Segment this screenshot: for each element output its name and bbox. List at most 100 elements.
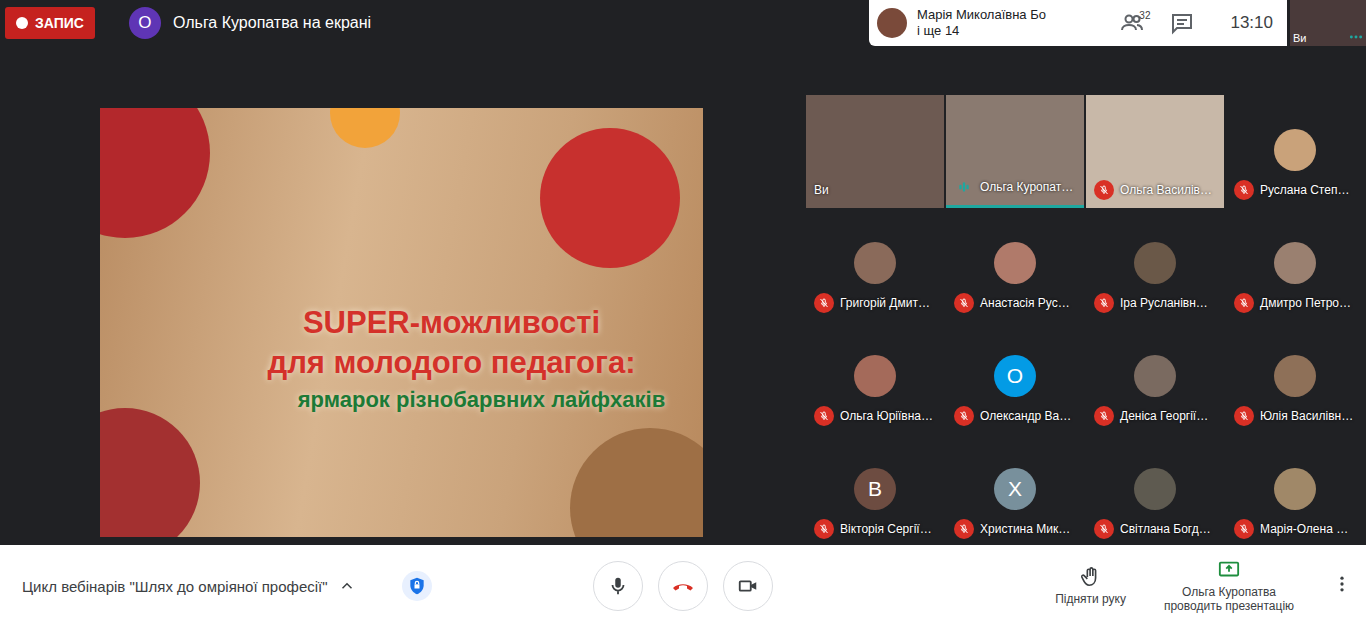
photo-avatar-icon	[1274, 129, 1316, 171]
participant-tile[interactable]: Анастасія Рус…	[946, 208, 1084, 321]
participant-tile[interactable]: Ольга Василів…	[1086, 95, 1224, 208]
photo-avatar-icon	[1274, 242, 1316, 284]
participant-tile[interactable]: Світлана Богд…	[1086, 434, 1224, 547]
mic-off-icon	[1234, 406, 1254, 426]
shield-lock-icon	[407, 576, 427, 596]
participant-name: Дмитро Петро…	[1260, 296, 1351, 310]
chevron-up-icon	[338, 577, 356, 595]
photo-avatar-icon	[1134, 468, 1176, 510]
raise-hand-button[interactable]: Підняти руку	[1055, 566, 1126, 606]
initial-avatar: В	[854, 468, 896, 510]
security-button[interactable]	[402, 571, 432, 601]
participant-tile[interactable]: Юлія Василівн…	[1226, 321, 1364, 434]
slide-title-line: ярмарок різнобарвних лайфхаків	[298, 383, 665, 417]
name-row: Юлія Василівн…	[1226, 406, 1364, 426]
recording-label: ЗАПИС	[35, 15, 84, 31]
mic-off-icon	[814, 293, 834, 313]
main-area: SUPER-можливостідля молодого педагога:яр…	[0, 46, 1366, 545]
photo-avatar-icon	[1134, 355, 1176, 397]
more-vert-icon	[1332, 574, 1352, 594]
participant-tile[interactable]: Ви	[806, 95, 944, 208]
photo-avatar-icon	[1274, 355, 1316, 397]
camera-button[interactable]	[723, 561, 773, 611]
mic-button[interactable]	[593, 561, 643, 611]
participant-tile[interactable]: Григорій Дмит…	[806, 208, 944, 321]
participant-names: Марія Миколаївна Боі ще 14	[917, 7, 1102, 39]
mic-off-icon	[954, 519, 974, 539]
participant-tile[interactable]: Руслана Степ…	[1226, 95, 1364, 208]
participant-tile[interactable]: Марія-Олена …	[1226, 434, 1364, 547]
participants-grid: ВиОльга Куропат… Ольга Василів… Руслана Ст…	[805, 46, 1366, 545]
participant-tile[interactable]: ООлександр Ва…	[946, 321, 1084, 434]
hand-icon	[1080, 566, 1102, 588]
presenter-avatar: О	[129, 7, 161, 39]
decoration	[100, 408, 200, 537]
participant-name: Ольга Василів…	[1120, 183, 1212, 197]
mic-off-icon	[1234, 180, 1254, 200]
participant-tile[interactable]: Деніса Георгії…	[1086, 321, 1224, 434]
participant-name: Григорій Дмит…	[840, 296, 930, 310]
name-row: Ольга Юріївна…	[806, 406, 944, 426]
decoration	[540, 128, 680, 268]
clock-time: 13:10	[1212, 13, 1273, 33]
participant-name: Руслана Степ…	[1260, 183, 1349, 197]
photo-avatar-icon	[994, 242, 1036, 284]
name-row: Вікторія Сергії…	[806, 519, 944, 539]
people-button[interactable]: 32	[1112, 8, 1152, 38]
name-row: Олександр Ва…	[946, 406, 1084, 426]
self-view[interactable]: Ви	[1290, 0, 1366, 46]
microphone-icon	[607, 575, 629, 597]
participant-tile[interactable]: Дмитро Петро…	[1226, 208, 1364, 321]
mic-off-icon	[1094, 406, 1114, 426]
photo-avatar-icon	[854, 355, 896, 397]
initial-avatar: Х	[994, 468, 1036, 510]
hang-up-button[interactable]	[658, 561, 708, 611]
people-count: 32	[1139, 10, 1150, 21]
camera-icon	[737, 575, 759, 597]
name-row: Анастасія Рус…	[946, 293, 1084, 313]
more-options-button[interactable]	[1332, 574, 1352, 598]
mic-off-icon	[1094, 519, 1114, 539]
participant-tile[interactable]: Іра Русланівн…	[1086, 208, 1224, 321]
participant-name: Олександр Ва…	[980, 409, 1071, 423]
presentation-slide: SUPER-можливостідля молодого педагога:яр…	[100, 108, 703, 537]
participant-name: Марія Миколаївна Бо	[917, 7, 1102, 23]
participant-name: Христина Мик…	[980, 522, 1070, 536]
name-row: Ольга Куропат…	[946, 177, 1084, 197]
participant-name: Анастасія Рус…	[980, 296, 1070, 310]
participant-tile[interactable]: Ольга Куропат…	[946, 95, 1084, 208]
name-row: Марія-Олена …	[1226, 519, 1364, 539]
participant-name: Іра Русланівн…	[1120, 296, 1208, 310]
mic-off-icon	[954, 293, 974, 313]
recording-indicator: ЗАПИС	[5, 7, 95, 39]
more-dots-icon	[1349, 30, 1363, 44]
participant-tile[interactable]: В Вікторія Сергії…	[806, 434, 944, 547]
photo-avatar-icon	[1274, 468, 1316, 510]
participant-tile[interactable]: Ольга Юріївна…	[806, 321, 944, 434]
name-row: Христина Мик…	[946, 519, 1084, 539]
chat-button[interactable]	[1162, 8, 1202, 38]
name-row: Ольга Василів…	[1086, 180, 1224, 200]
participant-name: Марія-Олена …	[1260, 522, 1348, 536]
decoration	[570, 428, 703, 537]
meeting-details[interactable]: Цикл вебінарів "Шлях до омріяної професі…	[0, 571, 593, 601]
presenting-button[interactable]: Ольга Куропатва проводить презентацію	[1154, 559, 1304, 613]
people-panel[interactable]: Марія Миколаївна Боі ще 14 32 13:10	[869, 0, 1287, 46]
mic-off-icon	[954, 406, 974, 426]
decoration	[330, 108, 400, 148]
slide-title-line: SUPER-можливості	[303, 303, 600, 343]
participant-name: Світлана Богд…	[1120, 522, 1211, 536]
participant-tile[interactable]: Х Христина Мик…	[946, 434, 1084, 547]
mic-off-icon	[1094, 180, 1114, 200]
participant-avatar-icon	[877, 8, 907, 38]
name-row: Деніса Георгії…	[1086, 406, 1224, 426]
chat-icon	[1170, 11, 1194, 35]
photo-avatar-icon	[1134, 242, 1176, 284]
top-left: ЗАПИС О Ольга Куропатва на екрані	[0, 0, 869, 46]
self-view-label: Ви	[1293, 32, 1306, 44]
bottom-bar: Цикл вебінарів "Шлях до омріяної професі…	[0, 545, 1366, 627]
presenter-text: Ольга Куропатва на екрані	[173, 14, 371, 32]
phone-hangup-icon	[671, 574, 695, 598]
recording-dot-icon	[16, 17, 28, 29]
name-row: Григорій Дмит…	[806, 293, 944, 313]
